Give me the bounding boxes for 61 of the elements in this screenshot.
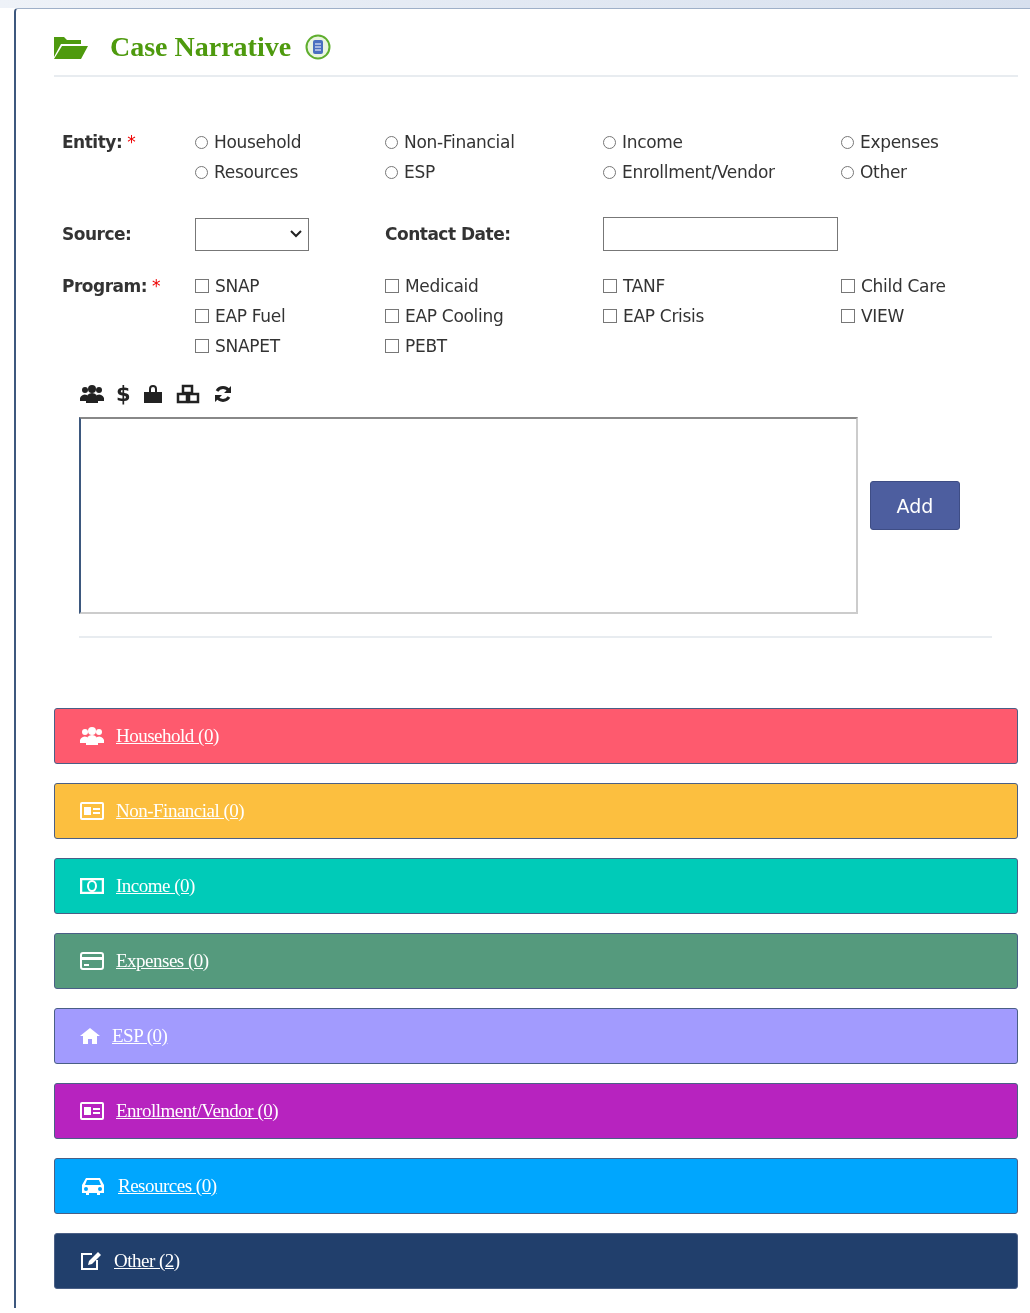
credit-card-icon bbox=[80, 952, 104, 970]
edit-icon bbox=[80, 1251, 102, 1271]
field-label: Entity: bbox=[62, 132, 123, 152]
required-mark: * bbox=[127, 132, 136, 152]
users-icon[interactable] bbox=[80, 384, 104, 404]
checkbox[interactable] bbox=[385, 339, 399, 353]
option-label: Medicaid bbox=[405, 276, 479, 296]
option-label: EAP Cooling bbox=[405, 306, 504, 326]
field-label: Contact Date: bbox=[385, 224, 511, 244]
option-label: EAP Crisis bbox=[623, 306, 705, 326]
checkbox[interactable] bbox=[385, 309, 399, 323]
dollar-icon[interactable]: $ bbox=[116, 382, 131, 406]
bag-icon[interactable] bbox=[142, 384, 163, 404]
id-card-icon bbox=[80, 1102, 104, 1120]
checkbox[interactable] bbox=[841, 279, 855, 293]
add-button[interactable]: Add bbox=[870, 481, 960, 530]
section-link[interactable]: Household (0) bbox=[116, 725, 219, 747]
option-label: Child Care bbox=[861, 276, 946, 296]
option-label: PEBT bbox=[405, 336, 447, 356]
required-mark: * bbox=[152, 276, 161, 296]
option-label: Income bbox=[622, 132, 683, 152]
option-label: TANF bbox=[623, 276, 665, 296]
home-icon bbox=[80, 1028, 100, 1044]
option-label: ESP bbox=[404, 162, 435, 182]
document-icon[interactable] bbox=[305, 34, 332, 60]
caret-icon bbox=[290, 230, 302, 238]
option-label: EAP Fuel bbox=[215, 306, 286, 326]
option-label: Other bbox=[860, 162, 907, 182]
id-card-icon bbox=[80, 802, 104, 820]
field-label: Program: bbox=[62, 276, 148, 296]
page-title: Case Narrative bbox=[110, 31, 292, 63]
option-label: SNAPET bbox=[215, 336, 280, 356]
option-label: Enrollment/Vendor bbox=[622, 162, 775, 182]
refresh-icon[interactable] bbox=[212, 384, 233, 404]
option-label: Non-Financial bbox=[404, 132, 515, 152]
section-link[interactable]: ESP (0) bbox=[112, 1025, 168, 1047]
section-link[interactable]: Income (0) bbox=[116, 875, 195, 897]
option-label: Household bbox=[214, 132, 302, 152]
cubes-icon[interactable] bbox=[174, 384, 201, 404]
source-dropdown[interactable] bbox=[195, 217, 309, 251]
money-icon bbox=[80, 878, 104, 894]
section-link[interactable]: Expenses (0) bbox=[116, 950, 209, 972]
checkbox[interactable] bbox=[195, 339, 209, 353]
checkbox[interactable] bbox=[195, 309, 209, 323]
field-label: Source: bbox=[62, 224, 132, 244]
option-label: Resources bbox=[214, 162, 299, 182]
option-label: SNAP bbox=[215, 276, 260, 296]
checkbox[interactable] bbox=[195, 279, 209, 293]
contact-date-field[interactable] bbox=[603, 217, 838, 251]
checkbox[interactable] bbox=[841, 309, 855, 323]
checkbox[interactable] bbox=[385, 279, 399, 293]
car-icon bbox=[80, 1176, 106, 1196]
checkbox[interactable] bbox=[603, 279, 617, 293]
section-link[interactable]: Resources (0) bbox=[118, 1175, 217, 1197]
folder-icon bbox=[54, 35, 88, 59]
checkbox[interactable] bbox=[603, 309, 617, 323]
option-label: VIEW bbox=[861, 306, 904, 326]
users-icon bbox=[80, 726, 104, 746]
option-label: Expenses bbox=[860, 132, 939, 152]
section-link[interactable]: Other (2) bbox=[114, 1250, 180, 1272]
section-link[interactable]: Enrollment/Vendor (0) bbox=[116, 1100, 279, 1122]
